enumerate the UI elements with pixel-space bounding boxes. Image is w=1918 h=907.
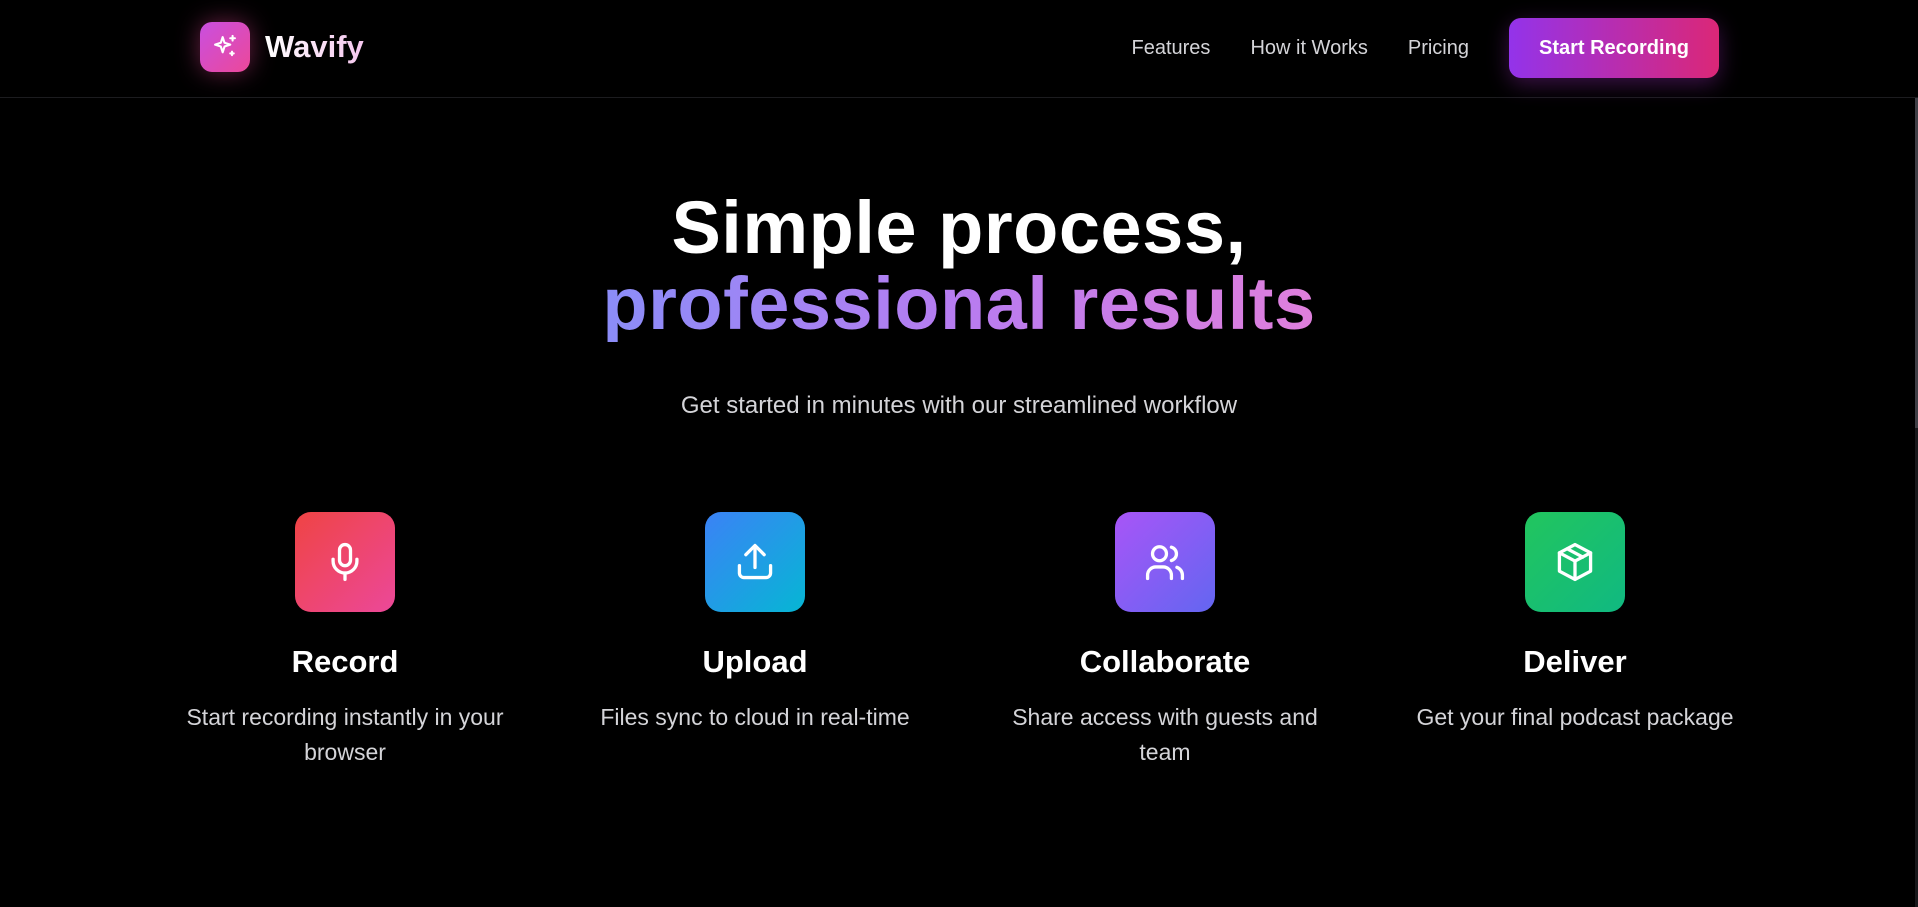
sparkles-icon <box>200 22 250 72</box>
step-upload: Upload Files sync to cloud in real-time <box>575 512 935 735</box>
hero-subtitle: Get started in minutes with our streamli… <box>680 392 1238 419</box>
nav-link-features[interactable]: Features <box>1132 37 1211 60</box>
microphone-icon <box>295 512 395 612</box>
nav-links: Features How it Works Pricing Start Reco… <box>1132 0 1719 96</box>
step-record: Record Start recording instantly in your… <box>165 512 525 770</box>
step-description: Get your final podcast package <box>1416 704 1734 730</box>
nav-link-pricing[interactable]: Pricing <box>1408 37 1469 60</box>
step-description: Files sync to cloud in real-time <box>600 704 910 730</box>
step-description: Share access with guests and team <box>1012 704 1318 765</box>
hero-title-line2: professional results <box>602 262 1316 345</box>
page: Wavify Features How it Works Pricing Sta… <box>0 0 1918 907</box>
step-title: Collaborate <box>1079 644 1251 679</box>
users-icon <box>1115 512 1215 612</box>
step-collaborate: Collaborate Share access with guests and… <box>985 512 1345 770</box>
step-deliver: Deliver Get your final podcast package <box>1395 512 1755 735</box>
brand-logo-link[interactable]: Wavify <box>200 22 364 72</box>
step-title: Upload <box>702 644 808 679</box>
brand-name: Wavify <box>265 29 364 64</box>
hero-title-line1: Simple process, <box>671 186 1247 269</box>
package-icon <box>1525 512 1625 612</box>
start-recording-button[interactable]: Start Recording <box>1509 18 1719 78</box>
step-description: Start recording instantly in your browse… <box>186 704 504 765</box>
hero-title: Simple process, professional results <box>0 190 1918 342</box>
step-title: Record <box>291 644 399 679</box>
nav-link-how-it-works[interactable]: How it Works <box>1250 37 1367 60</box>
upload-icon <box>705 512 805 612</box>
hero-section: Simple process, professional results Get… <box>0 190 1918 420</box>
top-navbar: Wavify Features How it Works Pricing Sta… <box>0 0 1918 98</box>
step-title: Deliver <box>1523 644 1627 679</box>
